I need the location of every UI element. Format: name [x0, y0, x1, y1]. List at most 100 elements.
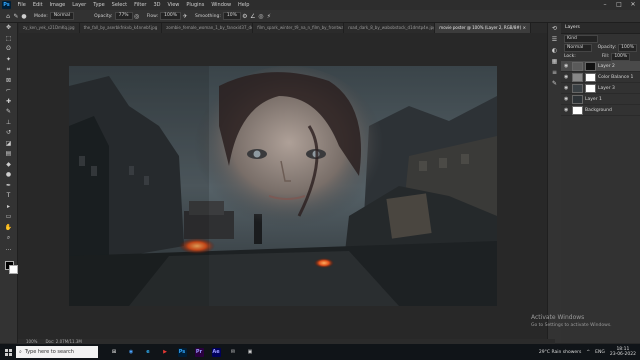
tab-document[interactable]: road_dark_8_by_wabobstock_d1dmtp4e.jpg [344, 23, 436, 33]
layer-row[interactable]: ◉ Color Balance 1 [561, 72, 640, 83]
history-brush-icon[interactable]: ↺ [0, 128, 17, 139]
healing-tool-icon[interactable]: ✚ [0, 97, 17, 108]
flow-input[interactable]: 100% [160, 12, 182, 20]
menu-layer[interactable]: Layer [69, 2, 90, 8]
layers-panel-title[interactable]: Layers [561, 23, 640, 34]
visibility-eye-icon[interactable]: ◉ [564, 85, 570, 91]
hand-tool-icon[interactable]: ✋ [0, 223, 17, 234]
channels-icon[interactable]: ≡ [548, 67, 561, 78]
mail-icon[interactable]: ✉ [226, 344, 240, 360]
move-tool-icon[interactable]: ✥ [0, 23, 17, 34]
symmetry-icon[interactable]: ⚡ [265, 13, 273, 20]
shape-tool-icon[interactable]: ▭ [0, 212, 17, 223]
document-canvas[interactable] [69, 66, 497, 306]
dodge-tool-icon[interactable]: ● [0, 170, 17, 181]
layer-opacity-input[interactable]: 100% [618, 43, 637, 52]
menu-help[interactable]: Help [235, 2, 253, 8]
language-indicator[interactable]: ENG [595, 350, 605, 355]
blur-tool-icon[interactable]: ◆ [0, 160, 17, 171]
taskbar-search[interactable]: ⌕ Type here to search [16, 346, 98, 358]
marquee-tool-icon[interactable]: ⬚ [0, 34, 17, 45]
close-button[interactable]: ✕ [626, 0, 640, 10]
maximize-button[interactable]: □ [612, 0, 626, 10]
menu-type[interactable]: Type [90, 2, 108, 8]
tray-chevron-icon[interactable]: ^ [586, 350, 590, 355]
menu-image[interactable]: Image [46, 2, 69, 8]
layer-fill-input[interactable]: 100% [611, 52, 631, 61]
photoshop-app-icon[interactable]: Ps [175, 344, 189, 360]
layer-row[interactable]: ◉ Layer 1 [561, 94, 640, 105]
layer-mask-thumbnail[interactable] [585, 61, 596, 71]
layer-filter-select[interactable]: Kind [564, 34, 598, 43]
lasso-tool-icon[interactable]: ʘ [0, 44, 17, 55]
visibility-eye-icon[interactable]: ◉ [564, 96, 570, 102]
properties-icon[interactable]: ☰ [548, 34, 561, 45]
type-tool-icon[interactable]: T [0, 191, 17, 202]
brush-tool-icon[interactable]: ✎ [0, 107, 17, 118]
swatches-icon[interactable]: ▦ [548, 56, 561, 67]
tab-document[interactable]: zombie_female_woman_1_by_fanoxid37_de8kp… [162, 23, 254, 33]
media-player-icon[interactable]: ▶ [158, 344, 172, 360]
pen-tool-icon[interactable]: ✒ [0, 181, 17, 192]
weather-widget[interactable]: 29°C Rain showers [539, 350, 581, 355]
eraser-tool-icon[interactable]: ◪ [0, 139, 17, 150]
smoothing-input[interactable]: 10% [222, 12, 241, 20]
menu-edit[interactable]: Edit [29, 2, 46, 8]
clock[interactable]: 18:11 23-06-2022 [610, 347, 636, 358]
minimize-button[interactable]: – [598, 0, 612, 10]
visibility-eye-icon[interactable]: ◉ [564, 63, 570, 69]
task-view-icon[interactable]: ⊞ [107, 344, 121, 360]
history-icon[interactable]: ⟲ [548, 23, 561, 34]
pressure-opacity-icon[interactable]: ◎ [133, 13, 141, 20]
file-explorer-icon[interactable]: ▣ [243, 344, 257, 360]
menu-plugins[interactable]: Plugins [183, 2, 208, 8]
more-tools-icon[interactable]: … [0, 244, 17, 255]
mode-select[interactable]: Normal [49, 12, 75, 20]
layer-row[interactable]: ◉ Background [561, 105, 640, 116]
zoom-tool-icon[interactable]: ⌕ [0, 233, 17, 244]
edge-icon[interactable]: e [141, 344, 155, 360]
tab-document[interactable]: film_spark_winter_t9_na_n_film_by_frontw… [253, 23, 345, 33]
after-effects-app-icon[interactable]: Ae [209, 344, 223, 360]
layer-row[interactable]: ◉ Layer 3 [561, 83, 640, 94]
crop-tool-icon[interactable]: ⌗ [0, 65, 17, 76]
tab-document[interactable]: the_fall_by_aserbkfnkvb_k4nnebf.jpg [80, 23, 163, 33]
angle-icon[interactable]: ∠ [249, 13, 257, 20]
start-button[interactable] [0, 344, 16, 360]
eyedropper-tool-icon[interactable]: ⌐ [0, 86, 17, 97]
layer-mask-thumbnail[interactable] [585, 83, 596, 93]
layer-row[interactable]: ◉ Layer 2 [561, 61, 640, 72]
tab-active-document[interactable]: movie poster @ 100% (Layer 2, RGB/8#) × [435, 23, 531, 33]
path-select-tool-icon[interactable]: ▸ [0, 202, 17, 213]
pressure-size-icon[interactable]: ◎ [257, 13, 265, 20]
menu-view[interactable]: View [164, 2, 183, 8]
home-icon[interactable]: ⌂ [4, 13, 12, 20]
paths-icon[interactable]: ✎ [548, 78, 561, 89]
visibility-eye-icon[interactable]: ◉ [564, 74, 570, 80]
layer-mask-thumbnail[interactable] [585, 72, 596, 82]
airbrush-icon[interactable]: ✈ [181, 13, 189, 20]
opacity-input[interactable]: 77% [114, 12, 133, 20]
brush-preset-icon[interactable]: ● [20, 13, 28, 20]
taskbar-app-glyph: Pr [194, 347, 204, 357]
stamp-tool-icon[interactable]: ⊥ [0, 118, 17, 129]
blend-mode-select[interactable]: Normal [564, 43, 592, 52]
gradient-tool-icon[interactable]: ▤ [0, 149, 17, 160]
taskbar-app-glyph: ⊞ [111, 349, 117, 355]
menu-file[interactable]: File [14, 2, 29, 8]
premiere-app-icon[interactable]: Pr [192, 344, 206, 360]
quick-select-tool-icon[interactable]: ✦ [0, 55, 17, 66]
chrome-icon[interactable]: ◉ [124, 344, 138, 360]
background-color-swatch[interactable] [9, 265, 18, 274]
menu-3d[interactable]: 3D [150, 2, 164, 8]
menu-select[interactable]: Select [108, 2, 130, 8]
frame-tool-icon[interactable]: ⊠ [0, 76, 17, 87]
tab-document[interactable]: zy_ken_yek_s21DmKq.jpg [19, 23, 80, 33]
settings-gear-icon[interactable]: ⚙ [241, 13, 249, 20]
taskbar-app-glyph: ▣ [247, 349, 253, 355]
menu-window[interactable]: Window [208, 2, 235, 8]
menu-filter[interactable]: Filter [131, 2, 150, 8]
visibility-eye-icon[interactable]: ◉ [564, 107, 570, 113]
brush-tool-icon[interactable]: ✎ [12, 13, 20, 20]
adjustments-icon[interactable]: ◐ [548, 45, 561, 56]
